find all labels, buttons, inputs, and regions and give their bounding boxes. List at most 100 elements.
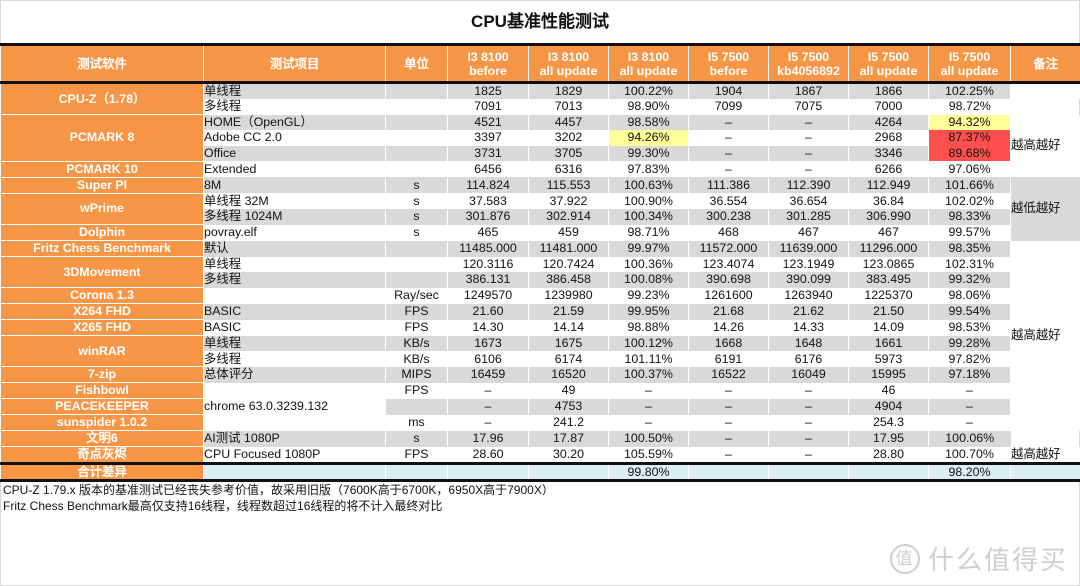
total-blank [688, 462, 769, 483]
cell-i5-update: 1661 [848, 335, 929, 352]
cell-i5-ratio: 98.53% [928, 319, 1011, 336]
cell-i5-before: 390.698 [688, 272, 769, 288]
header-text: 测试项目 [269, 56, 320, 71]
unit: MIPS [385, 366, 448, 383]
unit: FPS [385, 382, 448, 399]
unit [385, 272, 448, 288]
cell-i3-before: – [447, 414, 529, 431]
header-text: kb4056892 [777, 63, 840, 78]
cell-i5-kb: – [768, 414, 849, 431]
cell-i3-ratio: 99.97% [608, 240, 689, 257]
table-row: PEACEKEEPER –4753– – –4904– [0, 398, 1080, 416]
table-row: wPrime 单线程 32M s 37.583 37.922 100.90% 36.554 3… [0, 193, 1080, 226]
cell-i5-kb: 1867 [768, 82, 849, 99]
footnote: Fritz Chess Benchmark最高仅支持16线程，线程数超过16线程… [3, 499, 443, 513]
cell-i5-ratio: 87.37% [928, 130, 1011, 146]
cell-i5-ratio: 102.02% [928, 193, 1011, 209]
software-name: sunspider 1.0.2 [0, 414, 204, 432]
header-row: 测试软件 测试项目 单位 I3 8100 before I3 8100 all update… [0, 44, 1080, 83]
unit [385, 130, 448, 146]
cell-i5-before: – [688, 446, 769, 464]
cell-i3-update: 37.922 [528, 193, 609, 209]
cell-i3-before: 4521 [447, 114, 529, 131]
header-text: 备注 [1033, 56, 1059, 71]
software-name: Corona 1.3 [0, 287, 204, 305]
header-col-software: 测试软件 [0, 44, 204, 83]
remark: 越低越好 [1010, 177, 1080, 241]
cell-i5-ratio: 94.32% [928, 114, 1011, 131]
cell-i5-update: 15995 [848, 366, 929, 383]
cell-i5-update: 4904 [848, 398, 929, 415]
total-blank [203, 462, 386, 483]
cell-i5-ratio: 98.72% [928, 99, 1011, 115]
cell-i3-before: 386.131 [447, 272, 529, 288]
cell-i5-ratio: 89.68% [928, 145, 1011, 162]
header-text: all update [940, 63, 999, 78]
cell-i3-ratio: 98.88% [608, 319, 689, 336]
test-item: 单线程 [203, 335, 386, 352]
cell-i3-update: 7013 [528, 99, 609, 115]
cell-i5-update: 306.990 [848, 208, 929, 225]
cell-i5-ratio: 97.82% [928, 351, 1011, 367]
cell-i3-update: 241.2 [528, 414, 609, 431]
total-blank [447, 462, 529, 483]
cell-i3-ratio: 97.83% [608, 161, 689, 178]
unit: ms [385, 414, 448, 431]
cell-i5-ratio: – [928, 382, 1011, 399]
table-row: Corona 1.3 Ray/sec 1249570 1239980 99.23% 126… [0, 287, 1080, 305]
header-text: I5 7500 [707, 49, 750, 64]
cell-i3-before: – [447, 398, 529, 415]
cell-i5-update: 36.84 [848, 193, 929, 209]
table-row: 文明6 AI测试 1080P s 17.96 17.87 100.50% – –17.95 10… [0, 430, 1080, 448]
cell-i3-ratio: 98.71% [608, 224, 689, 241]
cell-i3-ratio: 100.90% [608, 193, 689, 209]
cell-i3-ratio: – [608, 398, 689, 415]
test-item: 总体评分 [203, 366, 386, 383]
cell-i3-before: 114.824 [447, 177, 529, 194]
table-row: sunspider 1.0.2ms–241.2–––254.3–越低越好 [0, 414, 1080, 432]
header-text: I5 7500 [787, 49, 830, 64]
total-blank [528, 462, 609, 483]
header-text: 测试软件 [77, 56, 127, 71]
page-title: CPU基准性能测试 [471, 12, 609, 31]
cell-i5-before: 111.386 [688, 177, 769, 194]
remark: 越高越好 [1010, 446, 1080, 464]
test-item: Office [203, 145, 386, 162]
cell-i5-before: 300.238 [688, 208, 769, 225]
test-item: 多线程 [203, 351, 386, 367]
cell-i5-before: 6191 [688, 351, 769, 367]
cell-i3-update: 3202 [528, 130, 609, 146]
cell-i5-before: 11572.000 [688, 240, 769, 257]
test-item: chrome 63.0.3239.132 [203, 382, 386, 431]
test-item: AI测试 1080P [203, 430, 386, 447]
cell-i3-update: 4457 [528, 114, 609, 131]
cell-i3-update: 6316 [528, 161, 609, 178]
table-row: X264 FHD BASIC FPS 21.60 21.59 99.95% 21.68 21.… [0, 303, 1080, 321]
software-name: Fritz Chess Benchmark [0, 240, 204, 258]
unit: s [385, 208, 448, 225]
header-text: I5 7500 [867, 49, 910, 64]
header-col-i5-update: I5 7500 all update [848, 44, 929, 83]
benchmark-table: 测试软件 测试项目 单位 I3 8100 before I3 8100 all update… [0, 43, 1080, 483]
cell-i5-before: – [688, 398, 769, 415]
test-item: Adobe CC 2.0 [203, 130, 386, 146]
cell-i5-ratio: 97.18% [928, 366, 1011, 383]
cell-i3-ratio: 100.08% [608, 272, 689, 288]
cell-i3-ratio: 100.50% [608, 430, 689, 447]
header-col-unit: 单位 [385, 44, 448, 83]
cell-i3-ratio: – [608, 382, 689, 399]
test-item: Extended [203, 161, 386, 178]
header-text: I5 7500 [948, 49, 991, 64]
remark [1010, 82, 1080, 99]
unit [385, 99, 448, 115]
cell-i5-before: 468 [688, 224, 769, 241]
cell-i3-ratio: 100.34% [608, 208, 689, 225]
header-col-i3-update: I3 8100 all update [528, 44, 609, 83]
cell-i5-kb: 1263940 [768, 287, 849, 304]
header-col-item: 测试项目 [203, 44, 386, 83]
cell-i5-before: 7099 [688, 99, 769, 115]
cell-i5-kb: 11639.000 [768, 240, 849, 257]
software-name: wPrime [0, 193, 204, 226]
cell-i5-kb: 123.1949 [768, 256, 849, 273]
table-row: PCMARK 10 Extended 6456 6316 97.83% – –6266 97.… [0, 161, 1080, 178]
